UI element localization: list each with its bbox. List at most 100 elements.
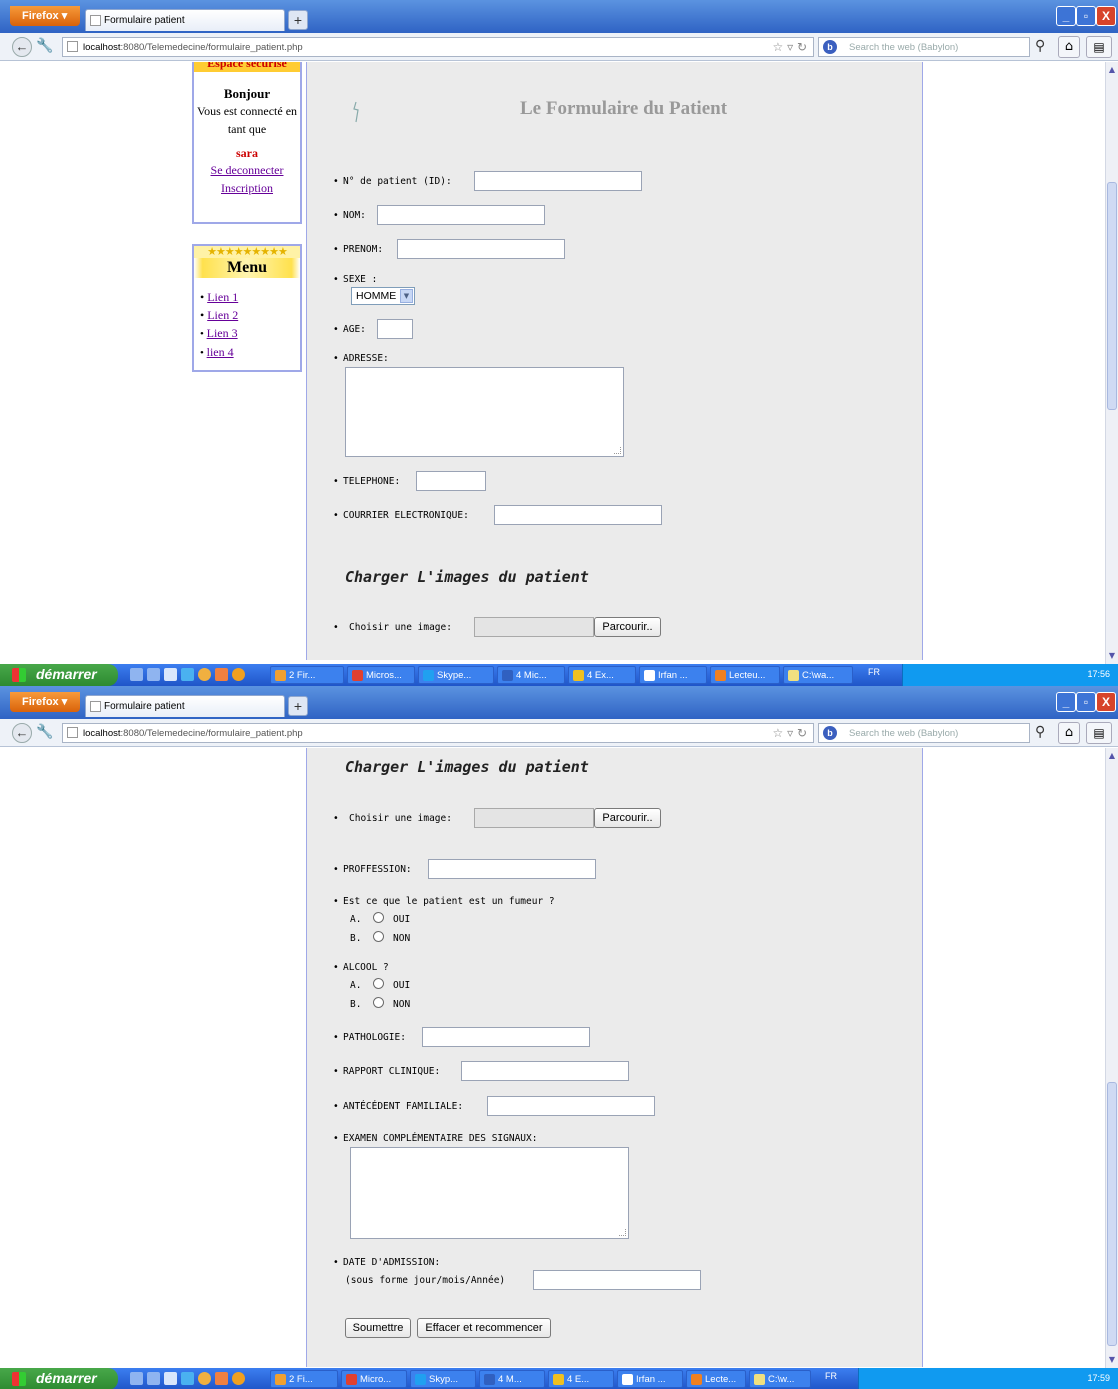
adresse-textarea[interactable] (345, 367, 624, 457)
bookmarks-icon[interactable]: ▤ (1086, 722, 1112, 744)
wrench-icon[interactable]: 🔧 (36, 724, 53, 740)
quicklaunch-icon[interactable] (232, 1372, 245, 1385)
start-button[interactable]: démarrer (0, 1368, 118, 1389)
taskbar-item[interactable]: Irfan ... (639, 666, 707, 684)
magnifier-icon[interactable]: ⚲ (1035, 724, 1045, 740)
date-admission-input[interactable] (533, 1270, 701, 1290)
bookmarks-icon[interactable]: ▤ (1086, 36, 1112, 58)
quicklaunch-icon[interactable] (198, 1372, 211, 1385)
maximize-button[interactable]: ▫ (1076, 692, 1096, 712)
menu-link-2[interactable]: Lien 2 (207, 308, 238, 322)
taskbar-item[interactable]: 4 Ex... (568, 666, 636, 684)
taskbar-item[interactable]: 2 Fir... (270, 666, 344, 684)
smoker-no-radio[interactable] (373, 931, 384, 942)
taskbar-item[interactable]: Skyp... (410, 1370, 476, 1388)
magnifier-icon[interactable]: ⚲ (1035, 38, 1045, 54)
antecedent-input[interactable] (487, 1096, 655, 1116)
menu-link-4[interactable]: lien 4 (207, 345, 234, 359)
quicklaunch-icon[interactable] (215, 668, 228, 681)
close-window-button[interactable]: X (1096, 6, 1116, 26)
register-link[interactable]: Inscription (194, 179, 300, 197)
profession-input[interactable] (428, 859, 596, 879)
firefox-menu-button[interactable]: Firefox ▾ (10, 6, 80, 26)
sexe-select[interactable]: HOMME ▼ (351, 287, 415, 305)
scroll-up-icon[interactable]: ▲ (1106, 750, 1118, 762)
taskbar-item[interactable]: Micro... (341, 1370, 407, 1388)
close-window-button[interactable]: X (1096, 692, 1116, 712)
browse-button[interactable]: Parcourir.. (594, 808, 661, 828)
quicklaunch-icon[interactable] (164, 668, 177, 681)
url-bar[interactable]: localhost:8080/Telemedecine/formulaire_p… (62, 723, 814, 743)
image-file-input[interactable] (474, 617, 594, 637)
quicklaunch-icon[interactable] (181, 668, 194, 681)
quicklaunch-icon[interactable] (215, 1372, 228, 1385)
url-bar[interactable]: localhost:8080/Telemedecine/formulaire_p… (62, 37, 814, 57)
start-button[interactable]: démarrer (0, 664, 118, 686)
scroll-up-icon[interactable]: ▲ (1106, 64, 1118, 76)
minimize-button[interactable]: _ (1056, 6, 1076, 26)
search-bar[interactable]: b Search the web (Babylon) (818, 37, 1030, 57)
age-input[interactable] (377, 319, 413, 339)
examen-textarea[interactable] (350, 1147, 629, 1239)
browser-tab[interactable]: Formulaire patient (85, 9, 285, 31)
telephone-input[interactable] (416, 471, 486, 491)
quicklaunch-icon[interactable] (130, 668, 143, 681)
image-file-input[interactable] (474, 808, 594, 828)
maximize-button[interactable]: ▫ (1076, 6, 1096, 26)
scroll-down-icon[interactable]: ▼ (1106, 650, 1118, 662)
back-arrow-icon[interactable]: ← (12, 37, 32, 57)
home-icon[interactable]: ⌂ (1058, 722, 1080, 744)
taskbar-item[interactable]: 4 Mic... (497, 666, 565, 684)
language-indicator[interactable]: FR (825, 1371, 837, 1381)
quicklaunch-icon[interactable] (147, 668, 160, 681)
reset-button[interactable]: Effacer et recommencer (417, 1318, 551, 1338)
taskbar-item[interactable]: 4 M... (479, 1370, 545, 1388)
nom-input[interactable] (377, 205, 545, 225)
star-icon[interactable]: ☆ ▿ ↻ (773, 726, 807, 740)
rapport-input[interactable] (461, 1061, 629, 1081)
taskbar-item[interactable]: 2 Fi... (270, 1370, 338, 1388)
taskbar-item[interactable]: Lecteu... (710, 666, 780, 684)
language-indicator[interactable]: FR (868, 667, 880, 677)
back-arrow-icon[interactable]: ← (12, 723, 32, 743)
quicklaunch-icon[interactable] (164, 1372, 177, 1385)
quicklaunch-icon[interactable] (232, 668, 245, 681)
browse-button[interactable]: Parcourir.. (594, 617, 661, 637)
firefox-menu-button[interactable]: Firefox ▾ (10, 692, 80, 712)
home-icon[interactable]: ⌂ (1058, 36, 1080, 58)
taskbar-item[interactable]: Irfan ... (617, 1370, 683, 1388)
quicklaunch-icon[interactable] (198, 668, 211, 681)
page-scrollbar[interactable]: ▲ ▼ (1105, 748, 1118, 1368)
scroll-thumb[interactable] (1107, 1082, 1117, 1346)
taskbar-item[interactable]: Lecte... (686, 1370, 746, 1388)
taskbar-item[interactable]: C:\w... (749, 1370, 811, 1388)
smoker-yes-radio[interactable] (373, 912, 384, 923)
new-tab-button[interactable]: + (288, 696, 308, 716)
taskbar-item[interactable]: Skype... (418, 666, 494, 684)
quicklaunch-icon[interactable] (147, 1372, 160, 1385)
menu-link-1[interactable]: Lien 1 (207, 290, 238, 304)
taskbar-item[interactable]: 4 E... (548, 1370, 614, 1388)
email-input[interactable] (494, 505, 662, 525)
scroll-thumb[interactable] (1107, 182, 1117, 410)
quicklaunch-icon[interactable] (130, 1372, 143, 1385)
minimize-button[interactable]: _ (1056, 692, 1076, 712)
patient-id-input[interactable] (474, 171, 642, 191)
page-scrollbar[interactable]: ▲ ▼ (1105, 62, 1118, 664)
star-icon[interactable]: ☆ ▿ ↻ (773, 40, 807, 54)
alcool-yes-radio[interactable] (373, 978, 384, 989)
quicklaunch-icon[interactable] (181, 1372, 194, 1385)
search-bar[interactable]: b Search the web (Babylon) (818, 723, 1030, 743)
new-tab-button[interactable]: + (288, 10, 308, 30)
prenom-input[interactable] (397, 239, 565, 259)
pathologie-input[interactable] (422, 1027, 590, 1047)
taskbar-item[interactable]: C:\wa... (783, 666, 853, 684)
menu-link-3[interactable]: Lien 3 (207, 326, 238, 340)
wrench-icon[interactable]: 🔧 (36, 38, 53, 54)
alcool-no-radio[interactable] (373, 997, 384, 1008)
browser-tab[interactable]: Formulaire patient (85, 695, 285, 717)
scroll-down-icon[interactable]: ▼ (1106, 1354, 1118, 1366)
taskbar-item[interactable]: Micros... (347, 666, 415, 684)
submit-button[interactable]: Soumettre (345, 1318, 411, 1338)
logout-link[interactable]: Se deconnecter (194, 161, 300, 179)
